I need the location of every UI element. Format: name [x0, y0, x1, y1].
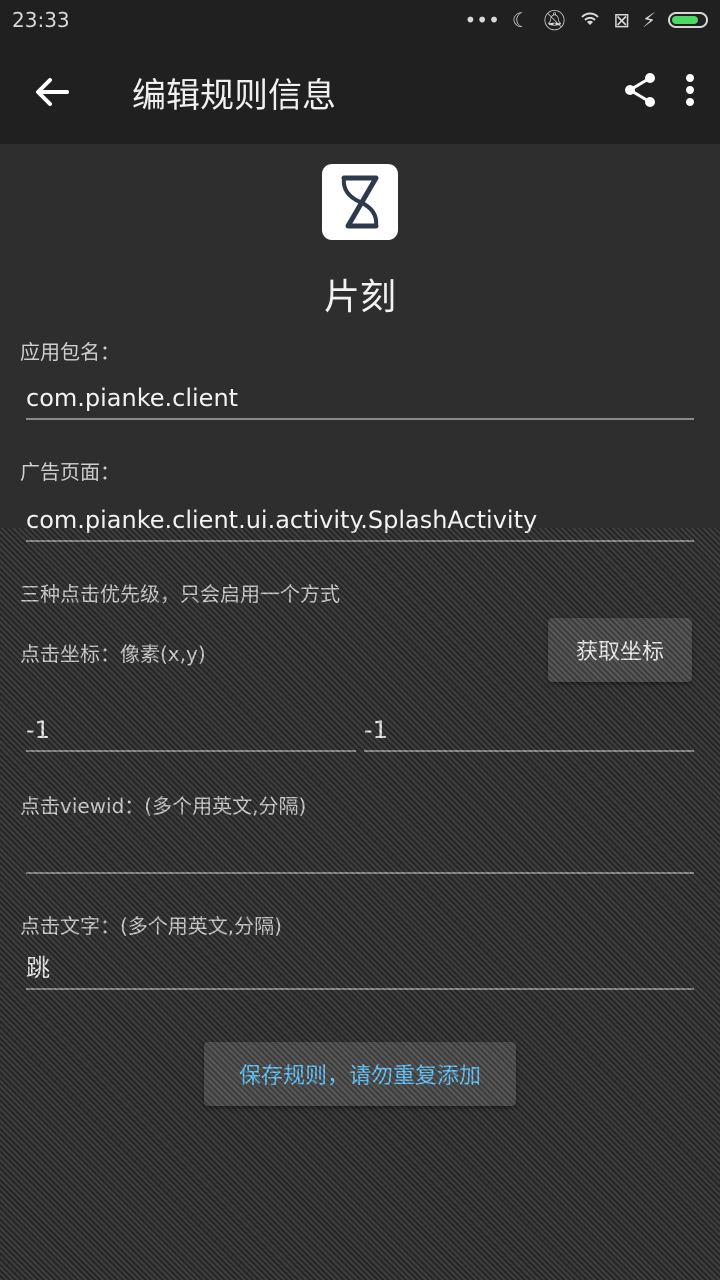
viewid-input[interactable] — [26, 830, 694, 874]
status-time: 23:33 — [12, 8, 70, 32]
app-bar: 编辑规则信息 — [0, 40, 720, 144]
more-options-button[interactable] — [684, 72, 696, 112]
package-input[interactable]: com.pianke.client — [26, 376, 694, 420]
save-rule-button[interactable]: 保存规则，请勿重复添加 — [204, 1042, 516, 1106]
ad-page-input[interactable]: com.pianke.client.ui.activity.SplashActi… — [26, 498, 694, 542]
wifi-icon — [579, 8, 601, 32]
back-button[interactable] — [0, 40, 104, 144]
status-icons: ••• ☾ 🔕︎ ⊠ ⚡ — [464, 8, 708, 32]
sim-x-icon: ⊠ — [613, 8, 630, 32]
priority-hint: 三种点击优先级，只会启用一个方式 — [20, 582, 340, 606]
more-dots-icon: ••• — [464, 8, 500, 32]
get-coordinate-button[interactable]: 获取坐标 — [548, 618, 692, 682]
rule-editor: 片刻 应用包名： com.pianke.client 广告页面： com.pia… — [0, 144, 720, 1280]
charging-icon: ⚡ — [641, 8, 656, 32]
package-label: 应用包名： — [20, 340, 120, 364]
ad-page-label: 广告页面： — [20, 460, 120, 484]
bell-off-icon: 🔕︎ — [541, 8, 568, 32]
page-title: 编辑规则信息 — [132, 75, 336, 116]
coord-label: 点击坐标：像素(x,y) — [20, 642, 206, 666]
back-arrow-icon — [36, 78, 69, 106]
share-icon — [625, 73, 655, 107]
moon-icon: ☾ — [511, 8, 530, 32]
y-coordinate-input[interactable]: -1 — [364, 708, 694, 752]
more-vert-icon — [686, 74, 694, 106]
app-icon — [322, 164, 398, 240]
app-name: 片刻 — [323, 277, 396, 318]
click-text-input[interactable]: 跳 — [26, 946, 694, 990]
text-label: 点击文字：(多个用英文,分隔) — [20, 914, 282, 938]
viewid-label: 点击viewid：(多个用英文,分隔) — [20, 794, 307, 818]
x-coordinate-input[interactable]: -1 — [26, 708, 356, 752]
hourglass-logo-icon — [341, 175, 379, 229]
share-button[interactable] — [620, 70, 660, 114]
battery-icon — [668, 12, 708, 28]
status-bar: 23:33 ••• ☾ 🔕︎ ⊠ ⚡ — [0, 0, 720, 40]
